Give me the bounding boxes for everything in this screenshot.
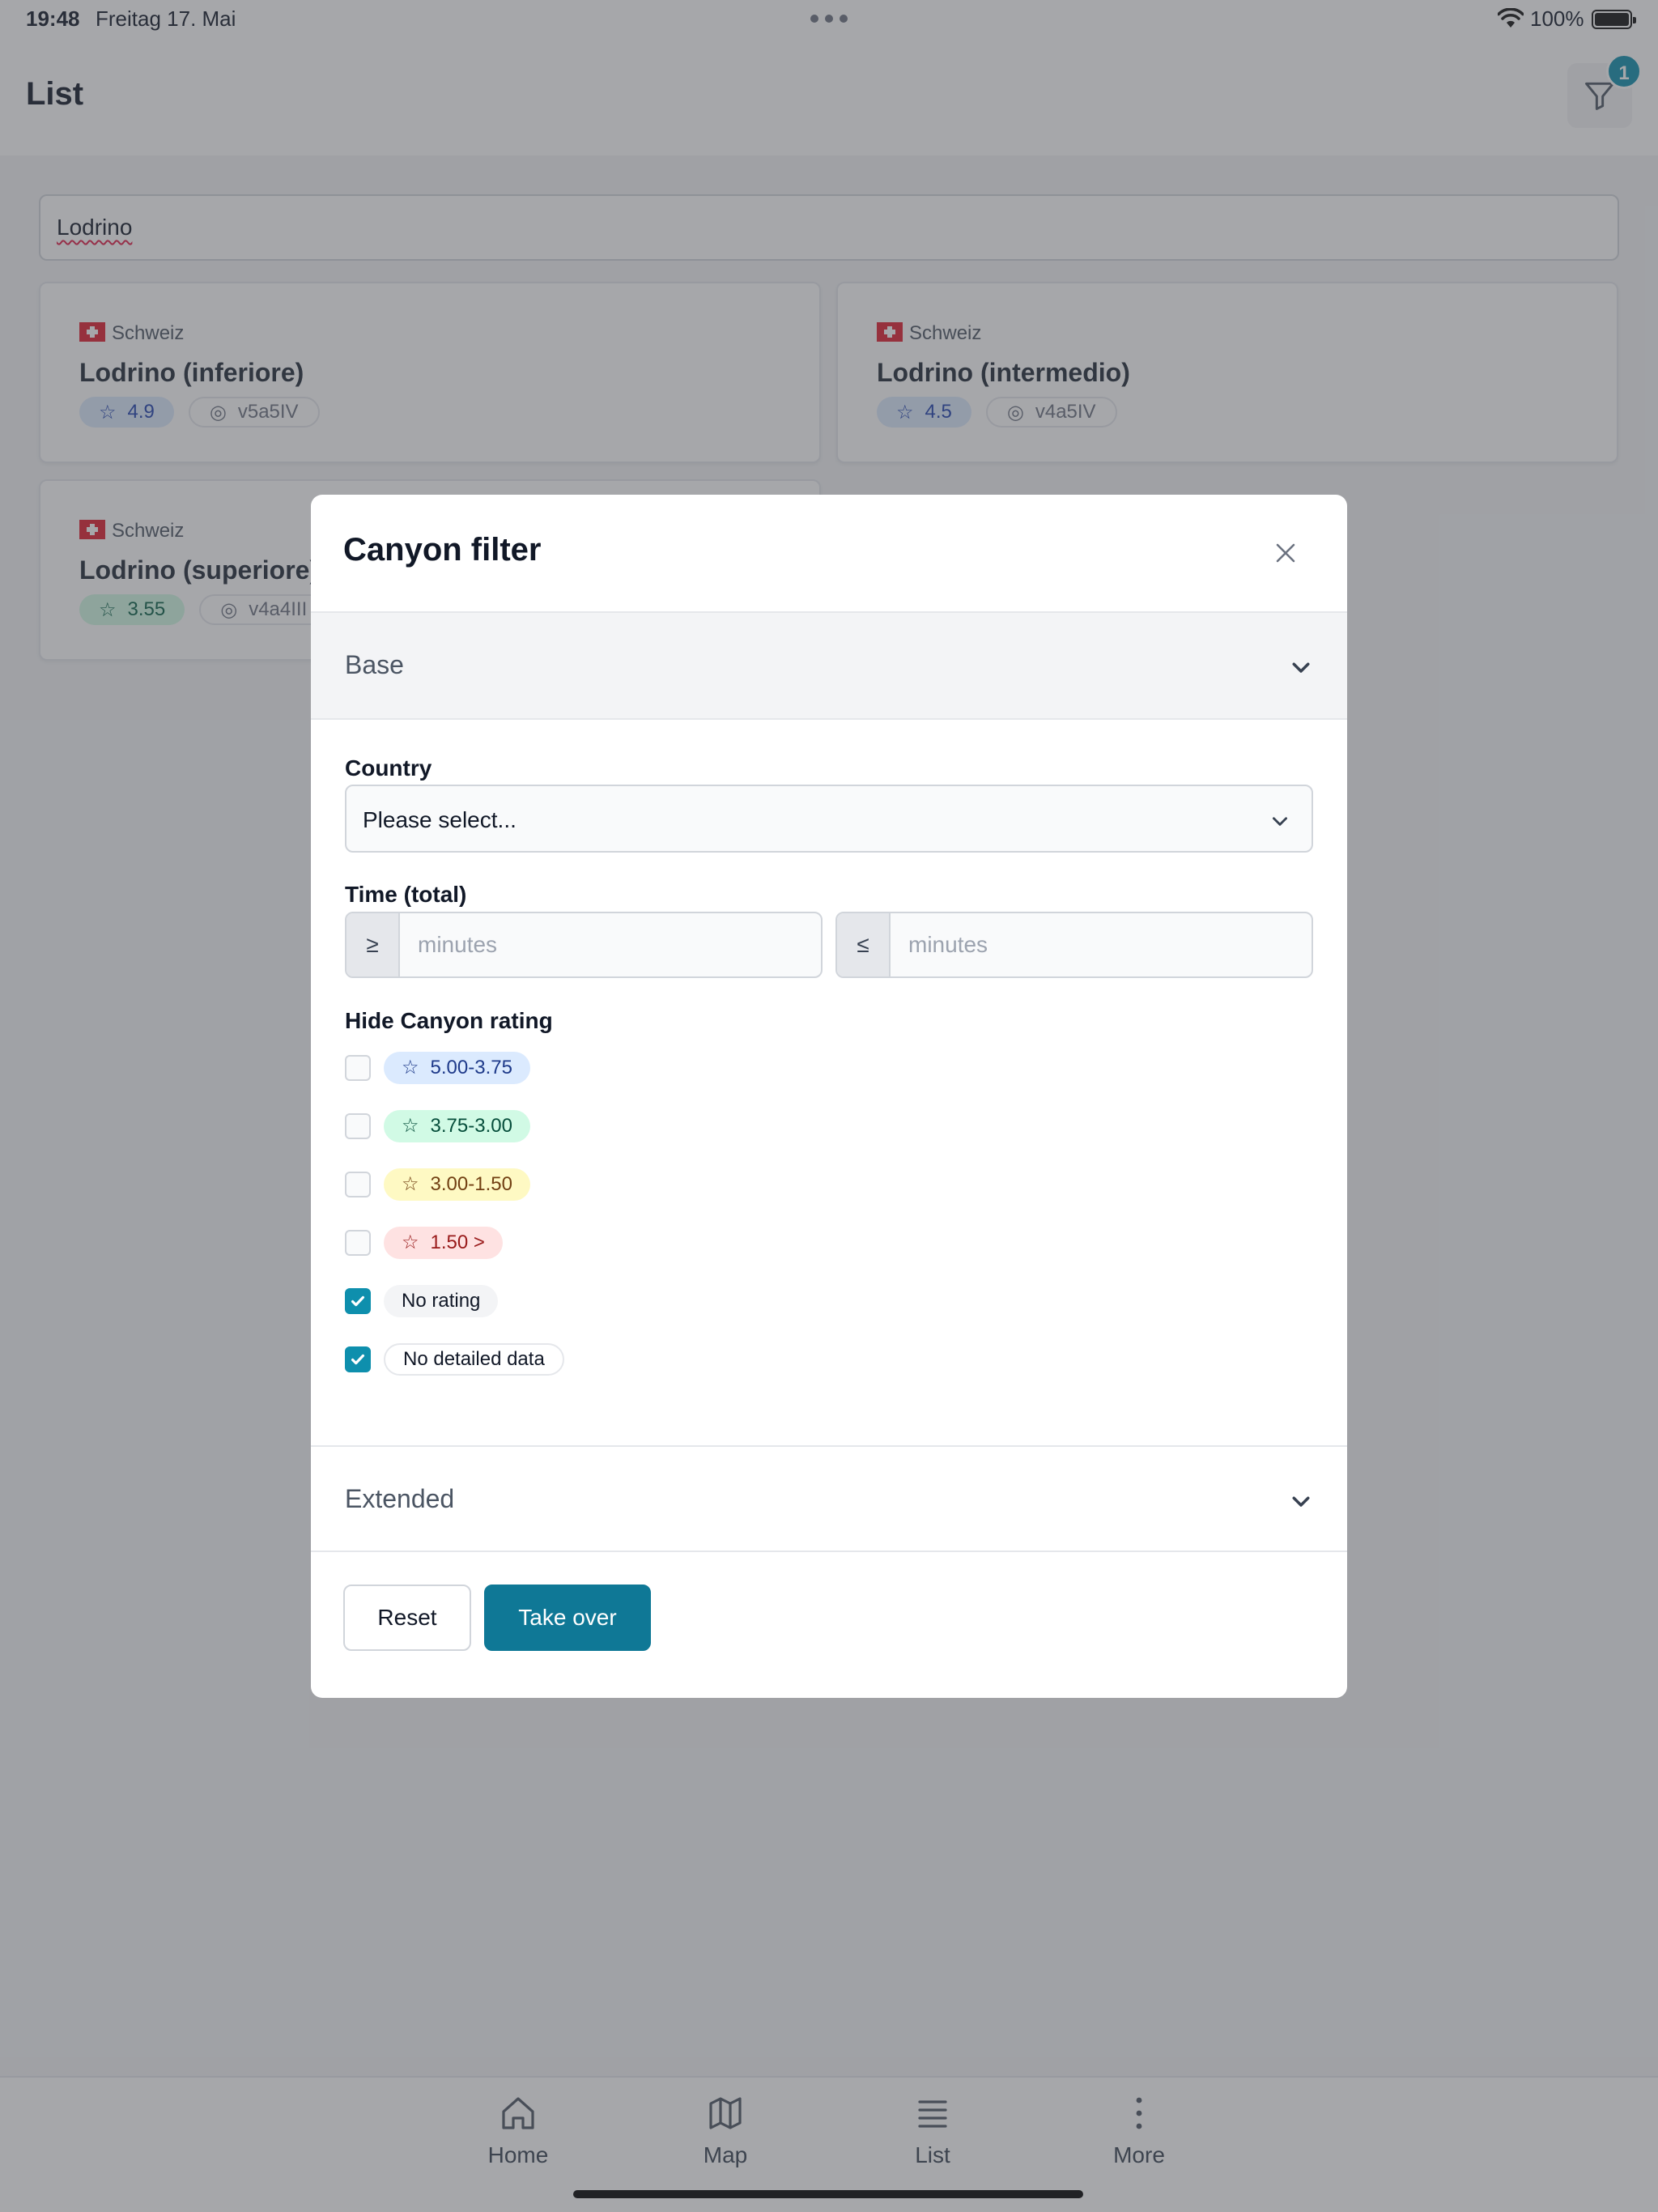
accordion-base[interactable]: Base — [311, 613, 1347, 718]
chevron-down-icon — [1292, 1496, 1310, 1507]
time-min-input[interactable] — [402, 913, 819, 976]
rating-pill: ☆ 3.75-3.00 — [384, 1110, 530, 1142]
close-icon[interactable] — [1269, 537, 1302, 569]
time-min-group: ≥ — [345, 912, 823, 978]
star-icon: ☆ — [402, 1231, 419, 1253]
rating-pill: ☆ 5.00-3.75 — [384, 1052, 530, 1084]
max-prefix: ≤ — [837, 913, 891, 976]
rating-checkbox[interactable] — [345, 1346, 371, 1372]
chevron-down-icon — [1292, 662, 1310, 673]
accordion-extended[interactable]: Extended — [311, 1447, 1347, 1552]
time-max-input[interactable] — [892, 913, 1310, 976]
star-icon: ☆ — [402, 1115, 419, 1137]
rating-checkbox[interactable] — [345, 1172, 371, 1197]
country-select-value: Please select... — [363, 807, 517, 832]
hide-rating-label: Hide Canyon rating — [345, 1008, 553, 1033]
check-icon — [351, 1295, 365, 1307]
reset-button[interactable]: Reset — [343, 1585, 471, 1651]
rating-checkbox[interactable] — [345, 1230, 371, 1256]
country-label: Country — [345, 755, 432, 781]
accordion-base-label: Base — [345, 650, 404, 679]
time-total-label: Time (total) — [345, 882, 467, 907]
accordion-extended-label: Extended — [345, 1484, 455, 1513]
rating-pill: ☆ 3.00-1.50 — [384, 1168, 530, 1201]
rating-checkbox[interactable] — [345, 1113, 371, 1139]
min-prefix: ≥ — [346, 913, 400, 976]
take-over-button[interactable]: Take over — [484, 1585, 651, 1651]
rating-pill: No rating — [384, 1285, 499, 1317]
chevron-down-icon — [1273, 817, 1287, 826]
rating-checkbox[interactable] — [345, 1288, 371, 1314]
canyon-filter-modal: Canyon filter Base Country Please select… — [311, 495, 1347, 1698]
modal-title: Canyon filter — [343, 532, 542, 568]
check-icon — [351, 1354, 365, 1365]
star-icon: ☆ — [402, 1057, 419, 1078]
rating-pill: No detailed data — [384, 1343, 564, 1376]
star-icon: ☆ — [402, 1173, 419, 1195]
time-max-group: ≤ — [835, 912, 1313, 978]
country-select[interactable]: Please select... — [345, 785, 1313, 853]
rating-checkbox[interactable] — [345, 1055, 371, 1081]
rating-pill: ☆ 1.50 > — [384, 1227, 503, 1259]
